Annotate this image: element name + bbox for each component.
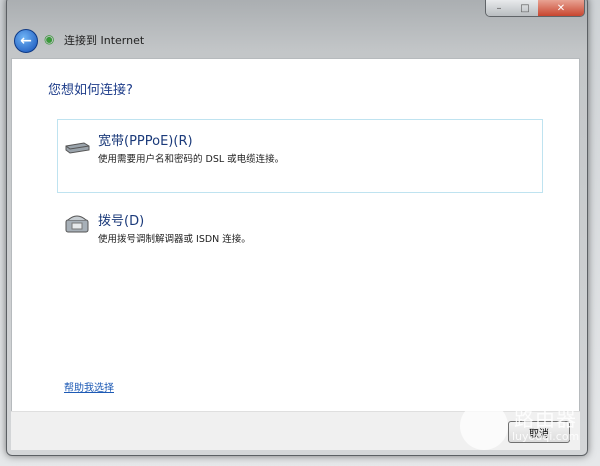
option-title: 拨号(D) <box>98 214 145 229</box>
window-controls: – □ ✕ <box>485 0 585 17</box>
help-me-choose-link[interactable]: 帮助我选择 <box>64 379 114 394</box>
network-globe-icon: ◉ <box>44 32 55 46</box>
window-title: 连接到 Internet <box>64 34 145 47</box>
broadband-modem-icon <box>65 142 90 154</box>
page-heading: 您想如何连接? <box>48 83 133 98</box>
back-arrow-icon: ← <box>20 33 32 49</box>
option-dialup[interactable]: 拨号(D) 使用拨号调制解调器或 ISDN 连接。 <box>57 199 543 273</box>
option-description: 使用拨号调制解调器或 ISDN 连接。 <box>98 234 251 245</box>
watermark-text: 路由器 <box>514 407 577 431</box>
back-button[interactable]: ← <box>14 29 38 53</box>
content-pane: 您想如何连接? 宽带(PPPoE)(R) 使用需要用户名和密码的 DSL 或电缆… <box>11 58 580 412</box>
maximize-button[interactable]: □ <box>512 0 538 16</box>
minimize-button[interactable]: – <box>486 0 512 16</box>
watermark-url: luyouqi.com <box>512 430 580 443</box>
watermark-router-icon <box>460 402 508 450</box>
option-title: 宽带(PPPoE)(R) <box>98 134 193 149</box>
dialup-phone-icon <box>65 215 89 233</box>
option-broadband[interactable]: 宽带(PPPoE)(R) 使用需要用户名和密码的 DSL 或电缆连接。 <box>57 119 543 193</box>
close-button[interactable]: ✕ <box>538 0 584 16</box>
option-description: 使用需要用户名和密码的 DSL 或电缆连接。 <box>98 154 285 165</box>
